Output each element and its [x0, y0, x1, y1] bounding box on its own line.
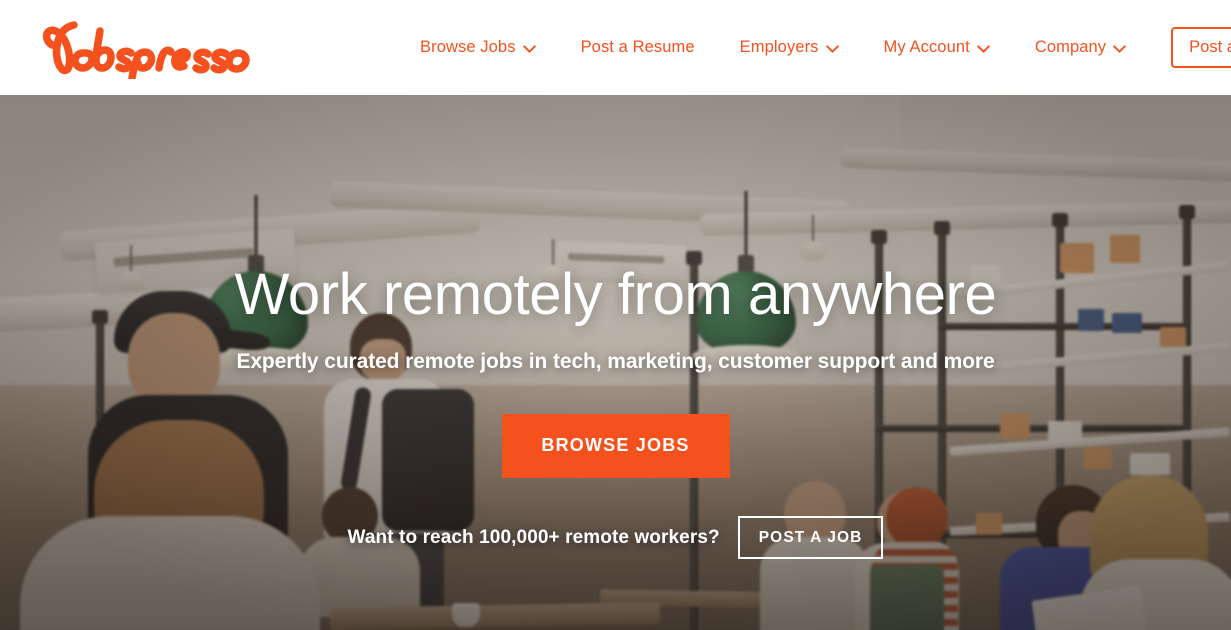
post-a-job-label: Post a Job	[1189, 37, 1231, 56]
nav-item-my-account[interactable]: My Account	[884, 39, 990, 56]
site-logo[interactable]: Jobspresso	[28, 13, 258, 83]
main-navigation: Browse Jobs Post a Resume Employers My A…	[420, 0, 1231, 95]
chevron-down-icon	[1113, 44, 1126, 53]
nav-item-label: Post a Resume	[580, 38, 695, 57]
chevron-down-icon	[825, 44, 839, 53]
hero-subtitle: Expertly curated remote jobs in tech, ma…	[236, 349, 995, 373]
site-header: Jobspresso Browse Jobs Post a Resume Emp…	[0, 0, 1231, 95]
nav-item-label: Company	[1034, 38, 1107, 57]
reach-workers-text: Want to reach 100,000+ remote workers?	[347, 526, 720, 548]
nav-item-post-a-resume[interactable]: Post a Resume	[581, 39, 695, 56]
nav-item-label: Browse Jobs	[420, 38, 516, 57]
hero-section: LONDON Work remotely from anywhere Exper…	[0, 95, 1231, 630]
nav-item-employers[interactable]: Employers	[740, 39, 839, 56]
nav-item-company[interactable]: Company	[1035, 39, 1126, 56]
nav-item-label: My Account	[883, 38, 970, 57]
nav-item-browse-jobs[interactable]: Browse Jobs	[420, 39, 536, 56]
post-a-job-banner-button[interactable]: POST A JOB	[737, 515, 884, 560]
browse-jobs-button[interactable]: BROWSE JOBS	[501, 413, 730, 478]
hero-content: Work remotely from anywhere Expertly cur…	[0, 95, 1231, 630]
jobspresso-logo-icon	[42, 20, 250, 79]
post-a-job-header-button[interactable]: Post a Job 🏆	[1171, 26, 1231, 69]
reach-workers-banner: Want to reach 100,000+ remote workers? P…	[347, 515, 884, 560]
nav-item-label: Employers	[739, 38, 819, 57]
chevron-down-icon	[977, 44, 990, 53]
hero-title: Work remotely from anywhere	[234, 262, 997, 327]
chevron-down-icon	[522, 44, 536, 53]
